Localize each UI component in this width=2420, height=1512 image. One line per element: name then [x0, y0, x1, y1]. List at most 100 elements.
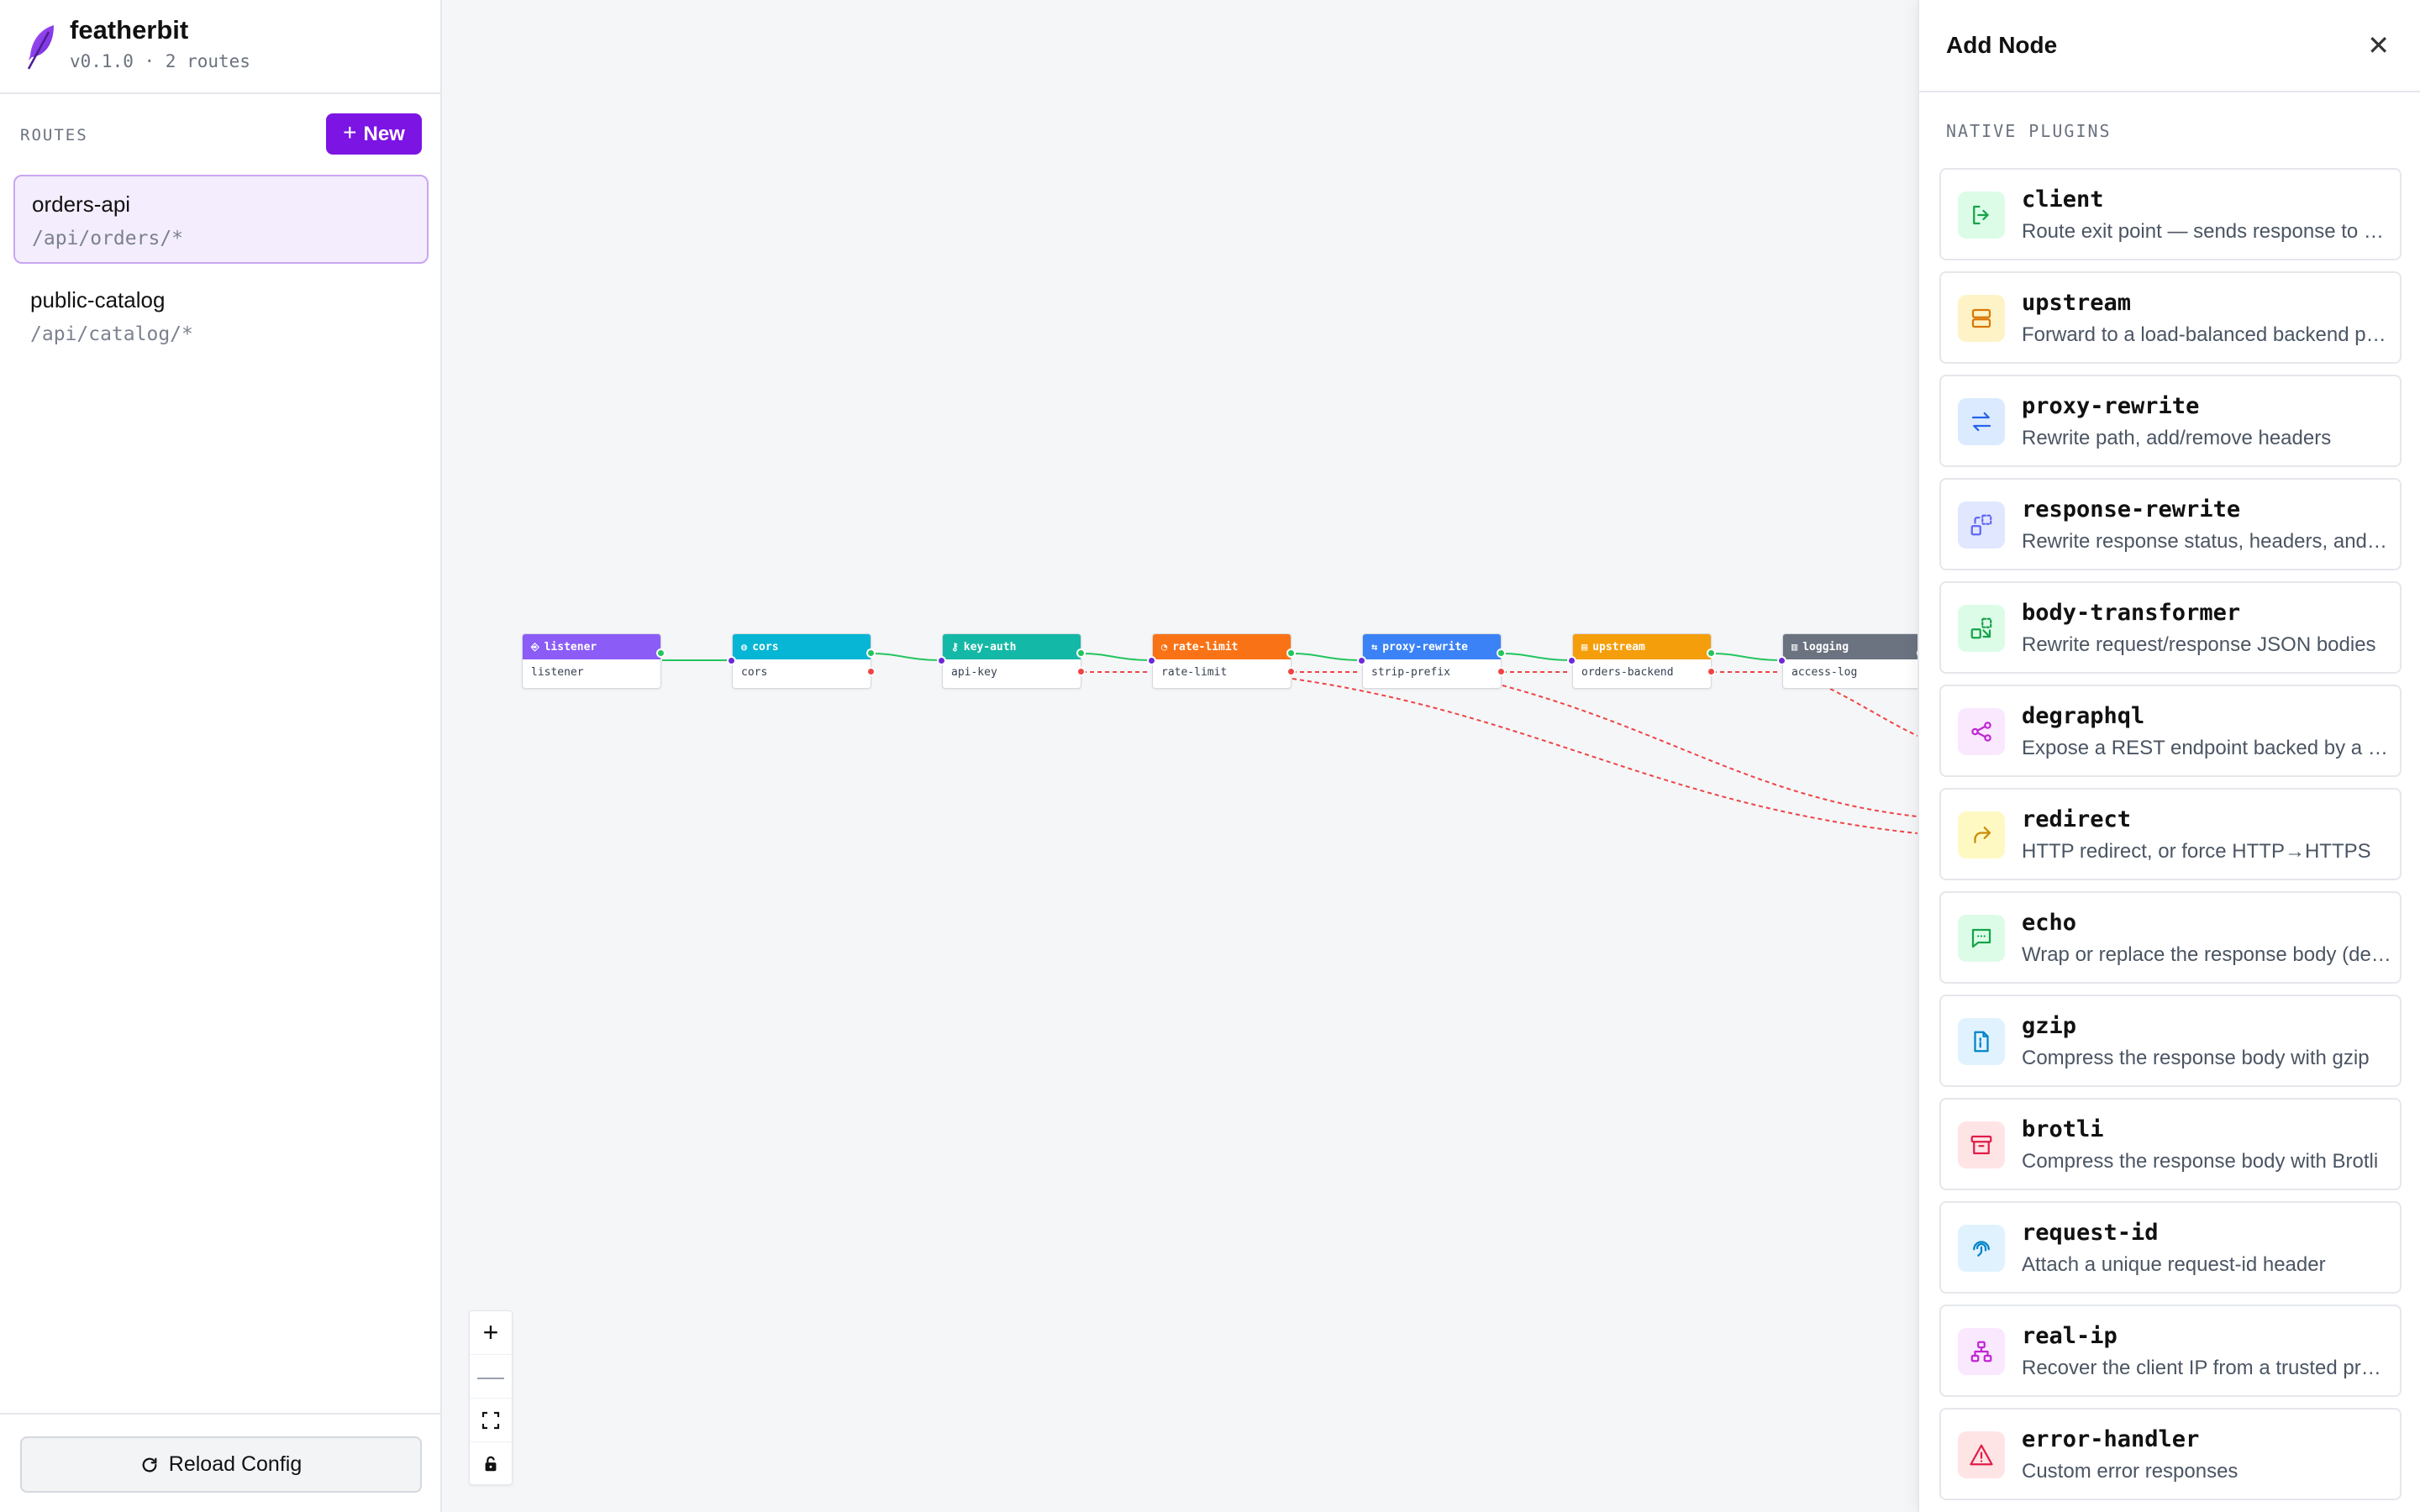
route-name: public-catalog [30, 287, 166, 312]
zoom-in-button[interactable]: + [470, 1311, 512, 1355]
plugin-list: client Route exit point — sends response … [1939, 168, 2402, 1511]
input-port[interactable] [727, 656, 736, 665]
edge-error [1292, 678, 1918, 834]
close-icon[interactable]: ✕ [2367, 32, 2390, 59]
plugin-card-proxy-rewrite[interactable]: proxy-rewrite Rewrite path, add/remove he… [1939, 375, 2402, 467]
plugin-card-request-id[interactable]: request-id Attach a unique request-id hea… [1939, 1201, 2402, 1294]
reload-config-label: Reload Config [168, 1452, 302, 1476]
success-port[interactable] [1286, 648, 1296, 658]
flow-node-upstream[interactable]: ▤ upstream orders-backend [1567, 633, 1716, 689]
node-name: orders-backend [1581, 666, 1674, 679]
plugin-name: brotli [2022, 1116, 2104, 1142]
log-icon: ▥ [1791, 641, 1798, 653]
success-port[interactable] [656, 648, 666, 658]
plugin-card-brotli[interactable]: brotli Compress the response body with Br… [1939, 1098, 2402, 1190]
node-type: proxy-rewrite [1382, 640, 1468, 654]
error-port[interactable] [1707, 667, 1716, 676]
plugin-card-echo[interactable]: echo Wrap or replace the response body (d… [1939, 891, 2402, 984]
chat-icon [1958, 915, 2005, 962]
brand-header: featherbit v0.1.0 · 2 routes [0, 0, 440, 94]
flow-canvas[interactable]: ⎆ listener listener ◍ cors cors ⚷ key-auth api-k… [444, 0, 1926, 1512]
swap-icon [1958, 398, 2005, 445]
plugin-card-upstream[interactable]: upstream Forward to a load-balanced backe… [1939, 271, 2402, 364]
plugin-card-client[interactable]: client Route exit point — sends response … [1939, 168, 2402, 260]
plugin-description: Compress the response body with Brotli [2022, 1150, 2379, 1173]
plugin-description: Compress the response body with gzip [2022, 1047, 2370, 1069]
node-header: ▤ upstream [1573, 634, 1711, 659]
plugin-card-gzip[interactable]: gzip Compress the response body with gzip [1939, 995, 2402, 1087]
panel-title: Add Node [1946, 32, 2058, 58]
flow-node-key-auth[interactable]: ⚷ key-auth api-key [937, 633, 1086, 689]
fit-view-button[interactable] [470, 1399, 512, 1442]
error-port[interactable] [1497, 667, 1506, 676]
flow-node-cors[interactable]: ◍ cors cors [727, 633, 876, 689]
plugin-description: Expose a REST endpoint backed by a Graph… [2022, 737, 2391, 759]
input-port[interactable] [937, 656, 946, 665]
plugin-name: redirect [2022, 806, 2132, 832]
plugin-description: Route exit point — sends response to cli… [2022, 220, 2391, 243]
plugin-name: error-handler [2022, 1426, 2200, 1452]
input-port[interactable] [1777, 656, 1786, 665]
edges-layer [662, 653, 1918, 834]
node-name: listener [531, 666, 584, 679]
route-path: /api/catalog/* [30, 323, 193, 345]
panel-header: Add Node ✕ [1919, 0, 2420, 92]
plugin-name: real-ip [2022, 1323, 2118, 1349]
plugin-card-redirect[interactable]: redirect HTTP redirect, or force HTTP→HTT… [1939, 788, 2402, 880]
reload-config-button[interactable]: Reload Config [20, 1436, 422, 1493]
edge-error [1829, 688, 1918, 737]
refresh-icon [142, 1457, 157, 1472]
input-port[interactable] [1567, 656, 1576, 665]
node-header: ◍ cors [733, 634, 871, 659]
zoom-out-button[interactable]: — [470, 1355, 512, 1399]
input-port[interactable] [1147, 656, 1156, 665]
input-port[interactable] [1357, 656, 1366, 665]
error-port[interactable] [1286, 667, 1296, 676]
routes-header: ROUTES + New [20, 113, 422, 155]
app-version: v0.1.0 · 2 routes [70, 51, 250, 71]
plugin-name: client [2022, 186, 2104, 213]
node-name: access-log [1791, 666, 1858, 679]
plugin-card-degraphql[interactable]: degraphql Expose a REST endpoint backed b… [1939, 685, 2402, 777]
edge-success [1712, 653, 1781, 661]
plugin-name: upstream [2022, 290, 2132, 316]
new-route-button[interactable]: + New [326, 113, 422, 155]
node-header: ⎆ listener [523, 634, 660, 659]
feather-logo-icon [27, 25, 54, 70]
edge-success [1081, 653, 1150, 661]
success-port[interactable] [1707, 648, 1716, 658]
plugin-description: Forward to a load-balanced backend pool [2022, 323, 2391, 346]
fit-view-icon [481, 1411, 500, 1429]
plus-icon: + [343, 119, 357, 145]
edge-error [1502, 685, 1918, 817]
plugin-card-real-ip[interactable]: real-ip Recover the client IP from a trus… [1939, 1305, 2402, 1397]
plugin-card-error-handler[interactable]: error-handler Custom error responses [1939, 1408, 2402, 1500]
node-header: ◔ rate-limit [1153, 634, 1291, 659]
error-port[interactable] [866, 667, 876, 676]
section-title: NATIVE PLUGINS [1946, 121, 2112, 141]
plugin-name: request-id [2022, 1220, 2159, 1246]
plugin-card-body-transformer[interactable]: body-transformer Rewrite request/response… [1939, 581, 2402, 674]
success-port[interactable] [866, 648, 876, 658]
flow-node-rate-limit[interactable]: ◔ rate-limit rate-limit [1147, 633, 1296, 689]
plugin-description: Custom error responses [2022, 1460, 2238, 1483]
server-icon [1958, 295, 2005, 342]
lock-icon [485, 1456, 497, 1472]
plugin-description: HTTP redirect, or force HTTP→HTTPS [2022, 840, 2371, 863]
archive-icon [1958, 1121, 2005, 1168]
plugin-description: Rewrite path, add/remove headers [2022, 427, 2332, 449]
plugin-card-response-rewrite[interactable]: response-rewrite Rewrite response status,… [1939, 478, 2402, 570]
error-port[interactable] [1076, 667, 1086, 676]
route-item-orders-api[interactable]: orders-api /api/orders/* [13, 175, 429, 264]
flow-node-logging[interactable]: ▥ logging access-log [1777, 633, 1926, 689]
success-port[interactable] [1076, 648, 1086, 658]
node-name: api-key [951, 666, 997, 679]
edge-success [1502, 653, 1570, 661]
lock-button[interactable] [470, 1442, 512, 1486]
success-port[interactable] [1497, 648, 1506, 658]
edge-success [1292, 653, 1360, 661]
route-item-public-catalog[interactable]: public-catalog /api/catalog/* [13, 272, 429, 361]
flow-node-listener[interactable]: ⎆ listener listener [522, 633, 666, 689]
node-type: key-auth [963, 640, 1017, 654]
flow-node-proxy-rewrite[interactable]: ⇆ proxy-rewrite strip-prefix [1357, 633, 1506, 689]
